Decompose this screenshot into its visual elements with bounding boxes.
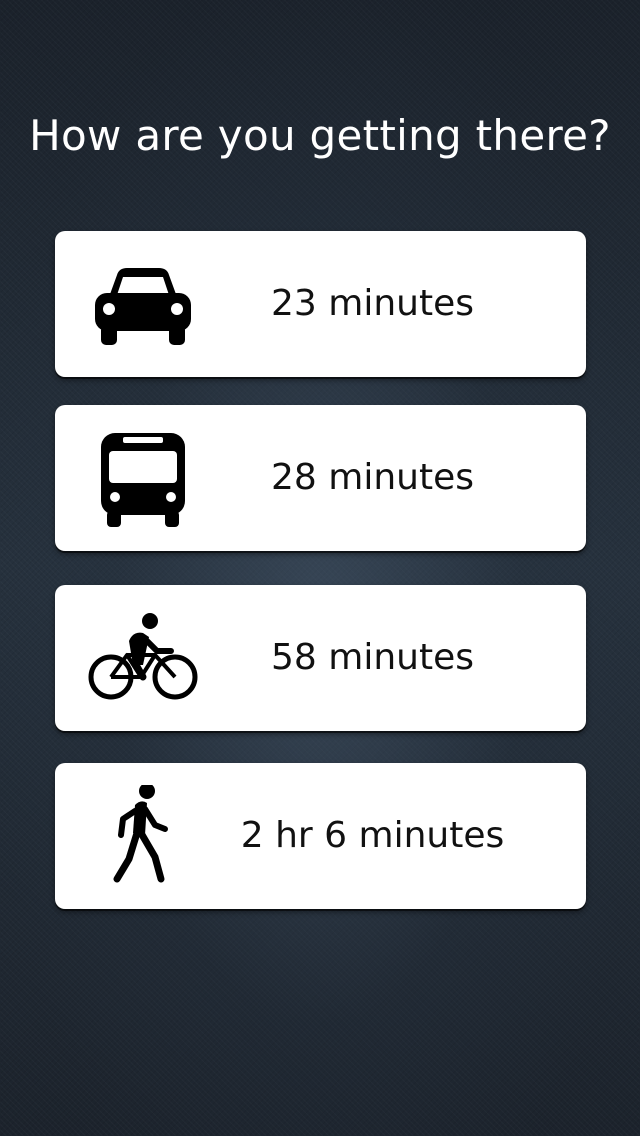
bus-icon xyxy=(83,427,203,529)
bicycle-icon xyxy=(83,607,203,709)
page-title: How are you getting there? xyxy=(29,111,611,160)
car-icon xyxy=(83,253,203,355)
option-walking-button[interactable]: 2 hr 6 minutes xyxy=(55,763,586,909)
option-bus-button[interactable]: 28 minutes xyxy=(55,405,586,551)
option-car-duration: 23 minutes xyxy=(271,283,474,324)
option-bicycle-button[interactable]: 58 minutes xyxy=(55,585,586,731)
walking-icon xyxy=(83,785,203,887)
transport-picker-screen: How are you getting there? 23 minutes 28… xyxy=(0,0,640,1136)
option-bus-duration: 28 minutes xyxy=(271,457,474,498)
option-bicycle-duration: 58 minutes xyxy=(271,637,474,678)
option-walking-duration: 2 hr 6 minutes xyxy=(240,815,505,856)
option-car-button[interactable]: 23 minutes xyxy=(55,231,586,377)
